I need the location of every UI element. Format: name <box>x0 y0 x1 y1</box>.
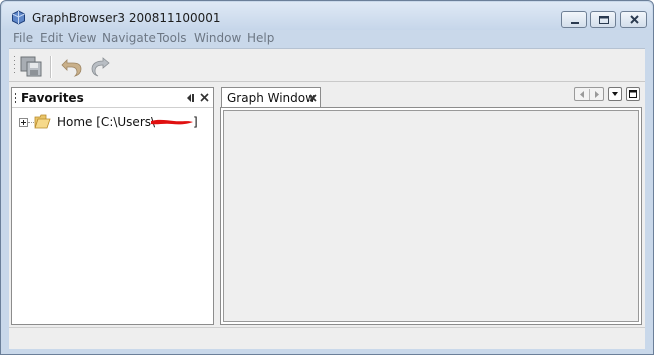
maximize-icon <box>599 16 609 24</box>
scroll-separator <box>589 89 590 100</box>
tab-graph-window[interactable]: Graph Window <box>221 87 321 108</box>
folder-icon <box>34 114 51 129</box>
favorites-panel: Favorites Home [C:\Users\] <box>11 87 214 325</box>
close-tab-icon[interactable] <box>309 94 317 102</box>
menu-bar: File Edit View Navigate Tools Window Hel… <box>9 30 645 48</box>
minimize-icon <box>571 22 579 24</box>
redaction-mark <box>151 119 193 125</box>
graph-canvas[interactable] <box>223 110 639 322</box>
menu-file[interactable]: File <box>13 31 33 45</box>
app-icon <box>11 10 26 25</box>
minimize-panel-icon[interactable] <box>185 93 195 103</box>
maximize-panel-button[interactable] <box>626 87 640 101</box>
window-title: GraphBrowser3 200811100001 <box>32 11 221 25</box>
app-window: GraphBrowser3 200811100001 File Edit Vie… <box>0 0 654 355</box>
favorites-header[interactable]: Favorites <box>12 88 213 108</box>
redo-icon <box>91 57 110 77</box>
toolbar-grip[interactable] <box>13 55 16 77</box>
minimize-button[interactable] <box>561 11 587 28</box>
redo-button[interactable] <box>89 54 113 78</box>
panel-grip-icon <box>15 93 16 103</box>
chevron-down-icon <box>612 92 618 96</box>
tree-item-home[interactable]: Home [C:\Users\] <box>17 114 207 132</box>
menu-navigate[interactable]: Navigate <box>102 31 156 45</box>
status-bar <box>9 327 645 349</box>
save-all-button[interactable] <box>19 54 43 78</box>
expand-icon[interactable] <box>19 118 28 127</box>
tab-list-dropdown-button[interactable] <box>608 87 622 101</box>
menu-edit[interactable]: Edit <box>40 31 63 45</box>
save-all-icon <box>20 56 42 77</box>
scroll-left-icon[interactable] <box>578 90 587 99</box>
maximize-window-icon <box>629 90 637 98</box>
toolbar <box>9 49 645 82</box>
tree-item-path: Home [C:\Users\ <box>57 115 156 129</box>
tab-scroll-buttons <box>574 87 604 101</box>
toolbar-separator <box>50 56 52 78</box>
menu-view[interactable]: View <box>68 31 96 45</box>
client-area: Favorites Home [C:\Users\] Graph Window <box>9 48 645 349</box>
close-button[interactable] <box>620 11 647 28</box>
tab-graph-window-label: Graph Window <box>227 91 315 105</box>
close-panel-icon[interactable] <box>200 93 209 102</box>
favorites-title: Favorites <box>21 91 84 105</box>
undo-icon <box>61 59 82 77</box>
undo-button[interactable] <box>59 54 83 78</box>
menu-window[interactable]: Window <box>194 31 241 45</box>
menu-help[interactable]: Help <box>247 31 274 45</box>
graph-window-panel <box>220 107 642 325</box>
close-icon <box>630 15 639 24</box>
menu-tools[interactable]: Tools <box>157 31 187 45</box>
title-bar[interactable]: GraphBrowser3 200811100001 <box>2 2 652 30</box>
scroll-right-icon[interactable] <box>592 90 601 99</box>
maximize-button[interactable] <box>590 11 616 28</box>
